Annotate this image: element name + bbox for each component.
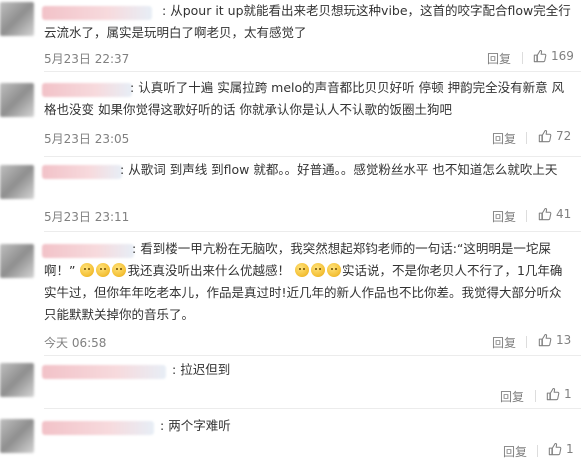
like-count: 169	[551, 49, 574, 63]
comment-item: : 认真听了十遍 实属拉跨 melo的声音都比贝贝好听 停顿 押韵完全没有新意 风…	[0, 73, 581, 157]
sweat-smile-emoji-icon	[294, 263, 309, 277]
comment-item: : 拉迟但到 回复 1	[0, 357, 581, 409]
reply-button[interactable]: 回复	[500, 388, 524, 405]
like-button[interactable]: 72	[538, 129, 571, 143]
avatar[interactable]	[0, 419, 34, 453]
avatar[interactable]	[0, 363, 34, 397]
like-count: 1	[566, 442, 574, 456]
comment-item: : 从pour it up就能看出来老贝想玩这种vibe，这首的咬字配合flow完…	[0, 0, 581, 72]
like-count: 41	[556, 207, 572, 221]
avatar[interactable]	[0, 2, 34, 36]
comment-time: 5月23日 23:11	[44, 210, 130, 224]
like-count: 72	[556, 129, 572, 143]
thumbs-up-icon	[548, 442, 562, 456]
comment-text: : 从歌词 到声线 到flow 就都。。好普通。。感觉粉丝水平 也不知道怎么就吹上…	[120, 162, 558, 177]
like-count: 1	[564, 387, 572, 401]
comment-item: : 两个字难听 回复 1	[0, 409, 581, 460]
thumbs-up-icon	[533, 49, 547, 63]
comment-time: 5月23日 23:05	[44, 132, 130, 146]
comment-item: : 看到楼一甲亢粉在无脑吹，我突然想起郑钧老师的一句话:“这明明是一坨屎啊！” 我…	[0, 232, 581, 356]
like-button[interactable]: 1	[546, 387, 572, 401]
action-separator	[522, 52, 523, 64]
like-button[interactable]: 13	[538, 333, 571, 347]
avatar[interactable]	[0, 244, 34, 278]
thumbs-up-icon	[538, 129, 552, 143]
like-button[interactable]: 41	[538, 207, 571, 221]
comment-time: 5月23日 22:37	[44, 52, 130, 66]
comment-divider	[44, 71, 581, 72]
laugh-cry-emoji-icon	[112, 263, 127, 277]
comment-text: : 认真听了十遍 实属拉跨 melo的声音都比贝贝好听 停顿 押韵完全没有新意 风…	[44, 80, 565, 117]
comment-text: : 拉迟但到	[172, 362, 231, 377]
smile-emoji-icon	[80, 263, 95, 277]
action-separator	[537, 445, 538, 457]
reply-button[interactable]: 回复	[492, 334, 516, 351]
sweat-smile-emoji-icon	[310, 263, 325, 277]
comment-text: : 从pour it up就能看出来老贝想玩这种vibe，这首的咬字配合flow完…	[44, 3, 571, 40]
comment-divider	[44, 355, 581, 356]
comment-text: : 两个字难听	[160, 418, 231, 433]
like-button[interactable]: 169	[533, 49, 574, 63]
action-separator	[526, 210, 527, 222]
laugh-cry-emoji-icon	[96, 263, 111, 277]
avatar[interactable]	[0, 165, 34, 199]
action-separator	[526, 132, 527, 144]
thumbs-up-icon	[546, 387, 560, 401]
action-separator	[535, 390, 536, 402]
avatar[interactable]	[0, 83, 34, 117]
comment-time: 今天 06:58	[44, 336, 107, 350]
comment-text: : 看到楼一甲亢粉在无脑吹，我突然想起郑钧老师的一句话:“这明明是一坨屎啊！” 我…	[44, 241, 563, 322]
reply-button[interactable]: 回复	[487, 50, 511, 67]
sweat-smile-emoji-icon	[326, 263, 341, 277]
reply-button[interactable]: 回复	[492, 130, 516, 147]
reply-button[interactable]: 回复	[492, 208, 516, 225]
reply-button[interactable]: 回复	[503, 443, 527, 460]
thumbs-up-icon	[538, 207, 552, 221]
action-separator	[526, 336, 527, 348]
like-button[interactable]: 1	[548, 442, 574, 456]
like-count: 13	[556, 333, 572, 347]
thumbs-up-icon	[538, 333, 552, 347]
comment-item: : 从歌词 到声线 到flow 就都。。好普通。。感觉粉丝水平 也不知道怎么就吹上…	[0, 157, 581, 232]
